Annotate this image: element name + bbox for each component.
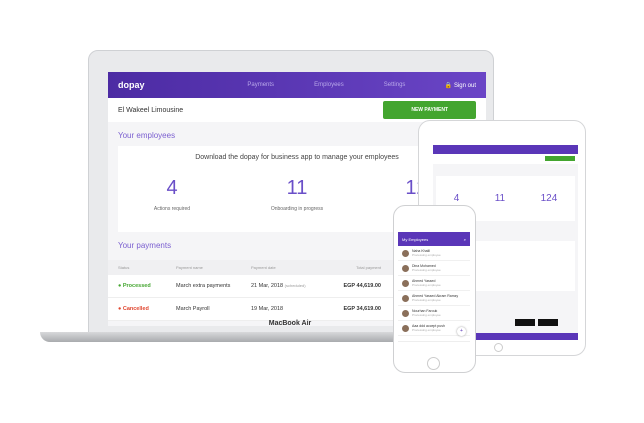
phone-bottom-nav[interactable] [398, 341, 470, 350]
payment-date: 21 Mar, 2018 (scheduled) [251, 283, 321, 289]
avatar [402, 264, 409, 272]
google-play-badge[interactable] [538, 319, 558, 326]
payment-name: March Payroll [176, 306, 210, 312]
avatar [402, 294, 409, 302]
col-status: Status [118, 265, 130, 270]
stat-label: Onboarding in progress [270, 206, 324, 212]
date-text: 21 Mar, 2018 [251, 283, 284, 289]
status-badge: ● Processed [118, 283, 176, 289]
company-name: El Wakeel Limousine [118, 106, 184, 114]
tablet-nav [433, 145, 578, 154]
avatar [402, 324, 409, 332]
date-note: (scheduled) [284, 283, 306, 288]
store-badges [515, 319, 558, 326]
tablet-home-button [494, 343, 503, 352]
company-header: El Wakeel Limousine NEW PAYMENT [108, 98, 486, 122]
cancel-icon: ● [118, 306, 122, 312]
sign-out-label: Sign out [453, 82, 476, 89]
status-text: Processed [122, 283, 151, 289]
stat-label: Actions required [153, 206, 191, 212]
employee-status: Processing employee [412, 298, 441, 302]
list-item[interactable]: Dina Mohamed Processing employee [398, 261, 470, 276]
sign-out-link[interactable]: 🔒 Sign out [445, 82, 476, 89]
status-text: Cancelled [122, 306, 149, 312]
app-store-badge[interactable] [515, 319, 535, 326]
stat-onboarding[interactable]: 11 Onboarding in progress [255, 177, 340, 212]
col-name: Payment name [176, 265, 203, 270]
phone-app-bar: My Employees ⌕ [398, 232, 470, 246]
stat-actions[interactable]: 4 Actions required [130, 177, 215, 212]
nav-settings[interactable]: Settings [384, 82, 406, 88]
list-item[interactable]: Nourhan Farouk Processing employee [398, 306, 470, 321]
employee-status: Processing employee [412, 268, 441, 272]
laptop-model-label: MacBook Air [268, 320, 312, 327]
list-item[interactable]: Naha Khalil Processing employee [398, 246, 470, 261]
add-fab[interactable]: + [457, 327, 466, 336]
phone-home-button [427, 357, 440, 370]
avatar [402, 249, 409, 257]
tablet-stat: 124 [540, 193, 558, 204]
lock-icon: 🔒 [444, 82, 453, 89]
avatar [402, 309, 409, 317]
stat-value: 4 [166, 177, 178, 199]
search-icon[interactable]: ⌕ [464, 237, 466, 242]
phone-title: My Employees [402, 236, 429, 242]
list-item[interactable]: Ahmed Yassed Akram Ramzy Processing emplo… [398, 291, 470, 306]
new-payment-button[interactable]: NEW PAYMENT [383, 101, 476, 119]
nav-payments[interactable]: Payments [247, 82, 274, 88]
list-item[interactable]: Ahmed Yassed Processing employee [398, 276, 470, 291]
tablet-new-payment-button[interactable] [545, 156, 575, 161]
top-nav: dopay Payments Employees Settings 🔒 Sign… [108, 72, 486, 98]
payment-date: 19 Mar, 2018 [251, 306, 284, 312]
tablet-stat: 11 [494, 193, 506, 204]
col-date: Payment date [251, 265, 276, 270]
employee-status: Processing employee [412, 328, 441, 332]
employee-status: Processing employee [412, 253, 441, 257]
employee-status: Processing employee [412, 313, 441, 317]
avatar [402, 279, 409, 287]
employee-status: Processing employee [412, 283, 441, 287]
status-badge: ● Cancelled [118, 306, 176, 312]
nav-employees[interactable]: Employees [314, 82, 344, 88]
phone-screen: My Employees ⌕ Naha Khalil Processing empl… [398, 228, 470, 350]
check-icon: ● [118, 283, 122, 289]
tablet-stat: 4 [453, 193, 460, 204]
tablet-header [433, 154, 578, 164]
payment-name: March extra payments [176, 283, 231, 289]
dopay-logo[interactable]: dopay [118, 80, 208, 90]
payment-total: EGP 44,619.00 [343, 283, 381, 289]
col-total: Total payment [356, 265, 381, 270]
payment-total: EGP 34,619.00 [343, 306, 381, 312]
stat-value: 11 [286, 177, 308, 199]
